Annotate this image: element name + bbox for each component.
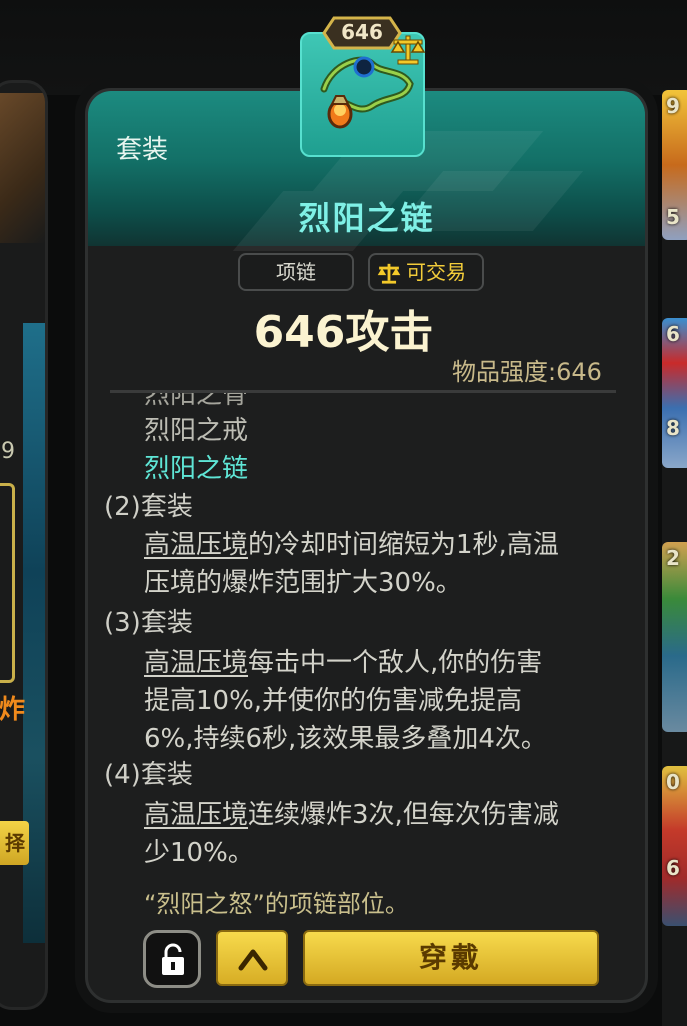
set-piece: 烈阳之戒 [144,416,249,446]
inventory-tile-count: 5 [666,205,680,229]
attack-stat: 646攻击 [253,307,434,358]
item-type-tag: 项链 [238,253,354,291]
scale-icon [377,263,401,284]
skill-name: 高温压境 [144,648,249,678]
set-bonus-header: (2)套装 [104,492,193,522]
set-bonus-header: (3)套装 [104,608,193,638]
inventory-tile-count: 9 [666,94,680,118]
set-bonus-text: 高温压境的冷却时间缩短为1秒,高温 [144,530,559,560]
previous-card-art [0,93,45,243]
divider [110,390,616,393]
set-bonus-text: 少10%。 [144,838,254,868]
set-bonus-header: (4)套装 [104,760,193,790]
set-bonus-text: 6%,持续6秒,该效果最多叠加4次。 [144,724,547,754]
set-bonus-text: 提高10%,并使你的伤害减免提高 [144,686,523,716]
lock-button[interactable] [143,930,201,988]
item-strength: 物品强度:646 [452,358,602,386]
tradable-label: 可交易 [406,260,466,284]
upgrade-button[interactable] [216,930,288,986]
skill-name: 高温压境 [144,800,249,830]
set-bonus-text: 压境的爆炸范围扩大30%。 [144,568,462,598]
equip-button[interactable]: 穿戴 [303,930,599,986]
set-piece: 烈阳之骨 [144,390,249,410]
unlock-icon [162,943,184,975]
set-piece-current: 烈阳之链 [144,454,249,484]
set-description: 烈阳之骨 烈阳之戒 烈阳之链 (2)套装 高温压境的冷却时间缩短为1秒,高温 压… [0,390,687,920]
inventory-tile[interactable]: 9 5 [662,90,687,240]
set-bonus-text: 高温压境连续爆炸3次,但每次伤害减 [144,800,559,830]
set-label: 套装 [116,135,169,165]
skill-name: 高温压境 [144,530,249,560]
chevron-up-icon [238,949,268,971]
tradable-tag: 可交易 [368,253,484,291]
set-bonus-text: 高温压境每击中一个敌人,你的伤害 [144,648,543,678]
item-name: 烈阳之链 [298,199,435,237]
scale-icon [390,32,426,70]
set-note: “烈阳之怒”的项链部位。 [144,890,409,918]
